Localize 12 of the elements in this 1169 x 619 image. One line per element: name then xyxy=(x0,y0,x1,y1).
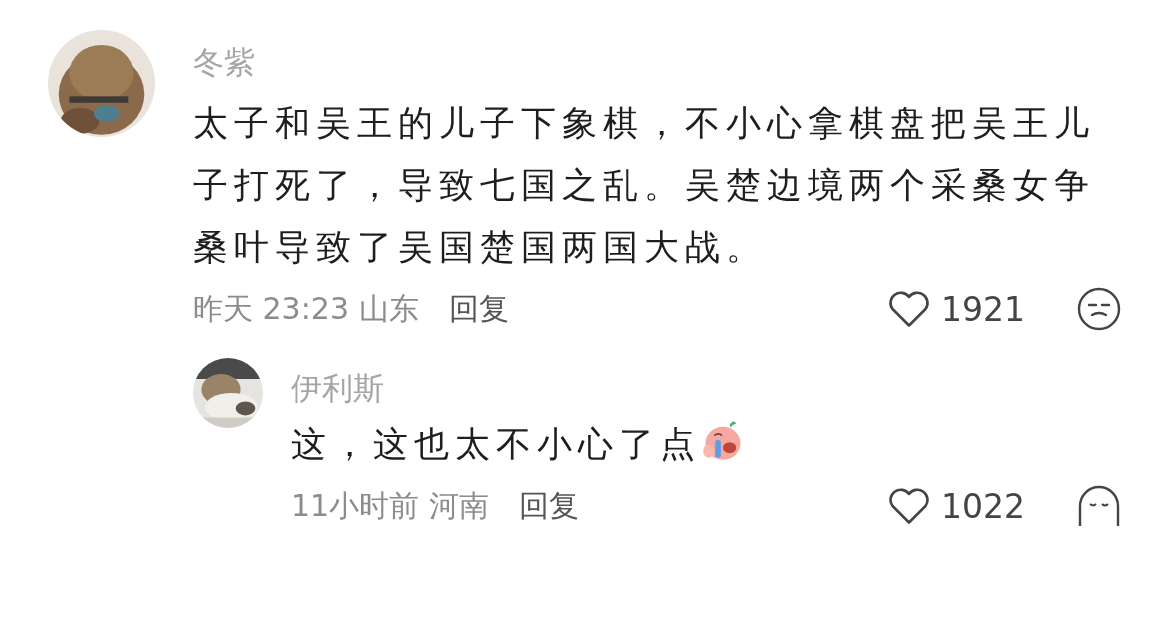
comment-text: 这，这也太不小心了点 xyxy=(291,424,701,464)
comment-meta: 昨天 23:23 山东 xyxy=(193,289,419,328)
heart-icon[interactable] xyxy=(887,486,931,526)
reply-link[interactable]: 回复 xyxy=(448,288,509,330)
like-count: 1921 xyxy=(941,289,1025,329)
face-icon[interactable] xyxy=(1077,287,1121,331)
heart-icon[interactable] xyxy=(887,289,931,329)
ghost-icon[interactable] xyxy=(1077,484,1121,528)
comment-text: 太子和吴王的儿子下象棋，不小心拿棋盘把吴王儿子打死了，导致七国之乱。吴楚边境两个采桑女争桑叶导致了吴国楚国两国大战。 xyxy=(193,103,1095,267)
comment-meta: 11小时前 河南 xyxy=(291,486,489,525)
reply-link[interactable]: 回复 xyxy=(518,485,579,527)
like-count: 1022 xyxy=(941,486,1025,526)
